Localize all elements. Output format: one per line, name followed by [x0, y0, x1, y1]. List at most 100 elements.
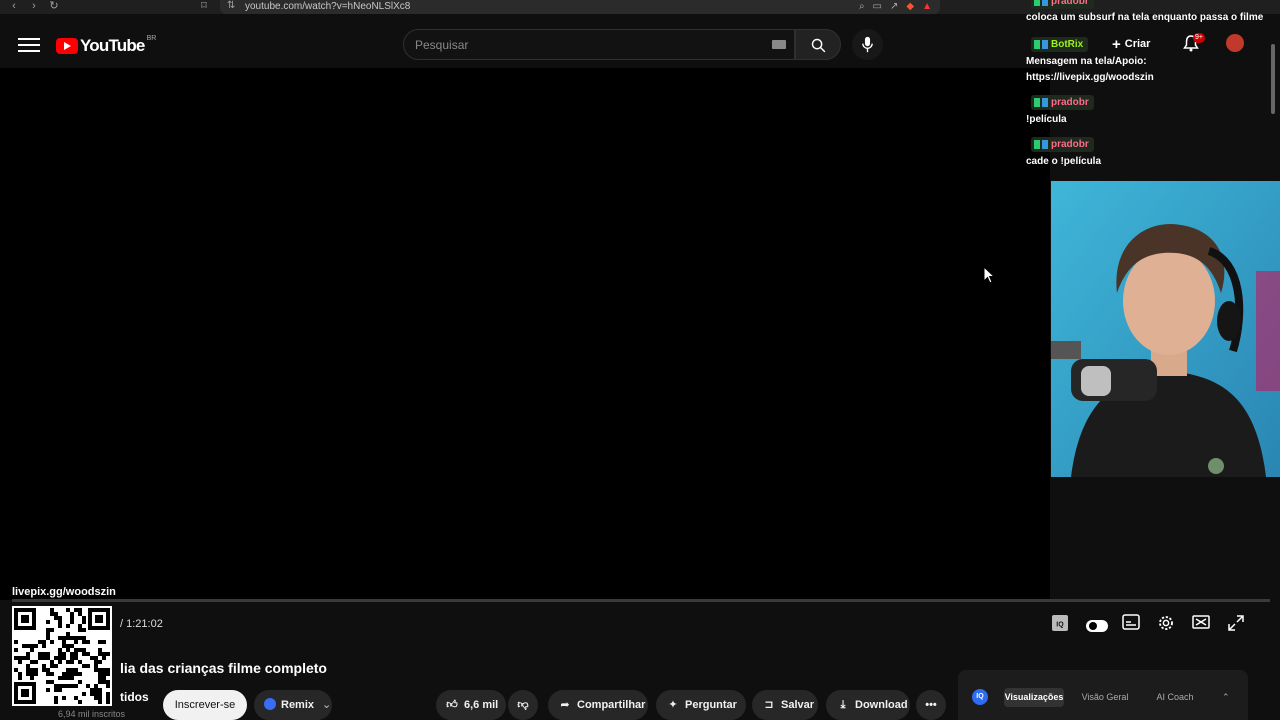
- player-controls: IQ: [1051, 614, 1248, 634]
- svg-text:IQ: IQ: [1056, 622, 1064, 629]
- like-button[interactable]: 👍︎ 6,6 mil: [436, 690, 506, 720]
- qr-module: [18, 676, 22, 680]
- download-button[interactable]: ⤓ Download: [826, 690, 910, 720]
- qr-module: [58, 624, 62, 628]
- rewards-icon[interactable]: ▲: [922, 0, 932, 13]
- tab-visualizacoes[interactable]: Visualizações: [1004, 688, 1064, 707]
- save-label: Salvar: [781, 699, 815, 711]
- qr-module: [62, 696, 66, 700]
- brave-shield-icon[interactable]: ◆: [906, 0, 914, 13]
- keyboard-icon[interactable]: [772, 40, 786, 49]
- chat-message: cade o !película: [1026, 156, 1102, 167]
- zoom-icon[interactable]: ⌕: [859, 0, 865, 13]
- qr-module: [58, 688, 62, 692]
- qr-module: [78, 672, 82, 676]
- share-button[interactable]: ➦ Compartilhar: [548, 690, 648, 720]
- qr-module: [106, 684, 110, 688]
- bookmark-icon[interactable]: ⌑: [196, 0, 212, 14]
- tab-ai-coach[interactable]: AI Coach: [1146, 688, 1204, 707]
- share-arrow-icon: ➦: [560, 699, 570, 711]
- thumbs-up-icon: 👍︎: [446, 699, 458, 711]
- cast-icon[interactable]: ▭: [873, 0, 882, 13]
- remix-button[interactable]: Remix ⌄: [254, 690, 332, 720]
- tubics-panel: IQ Visualizações Visão Geral AI Coach ⌃: [958, 670, 1248, 720]
- reload-icon[interactable]: ↻: [46, 0, 62, 14]
- time-display: / 1:21:02: [120, 618, 163, 630]
- create-label: Criar: [1124, 38, 1151, 50]
- chat-message: Mensagem na tela/Apoio:: [1026, 56, 1147, 67]
- page-scrollbar[interactable]: [1271, 44, 1275, 114]
- chat-badges-icon: [1034, 140, 1048, 149]
- search-placeholder: Pesquisar: [415, 38, 469, 52]
- search-button[interactable]: [795, 29, 841, 60]
- qr-module: [54, 700, 58, 704]
- qr-module: [82, 692, 86, 696]
- qr-finder-tr: [88, 608, 110, 630]
- webcam-feed: [1051, 181, 1280, 477]
- qr-finder-bl: [14, 682, 36, 704]
- qr-module: [58, 660, 62, 664]
- qr-module: [66, 624, 70, 628]
- dislike-button[interactable]: 👎︎: [508, 690, 538, 720]
- chat-username: pradobr: [1031, 137, 1094, 152]
- more-actions-button[interactable]: •••: [916, 690, 946, 720]
- subtitles-icon[interactable]: [1122, 614, 1143, 634]
- chat-badges-icon: [1034, 98, 1048, 107]
- youtube-logo[interactable]: YouTube BR: [56, 35, 156, 56]
- address-bar[interactable]: ⇅ youtube.com/watch?v=hNeoNLSlXc8 ⌕ ▭ ↗ …: [220, 0, 940, 14]
- qr-module: [14, 640, 18, 644]
- video-player[interactable]: [0, 68, 1050, 600]
- tab-visao-geral[interactable]: Visão Geral: [1076, 688, 1134, 707]
- search-input[interactable]: Pesquisar: [403, 29, 795, 60]
- qr-module: [34, 660, 38, 664]
- qr-module: [78, 680, 82, 684]
- qr-module: [70, 620, 74, 624]
- chat-username: BotRix: [1031, 37, 1089, 52]
- settings-gear-icon[interactable]: [1157, 614, 1178, 634]
- hamburger-menu-icon[interactable]: [18, 38, 40, 54]
- microphone-icon: [862, 36, 873, 53]
- subscriber-count: 6,94 mil inscritos: [58, 709, 126, 719]
- channel-name[interactable]: tidos: [120, 690, 149, 704]
- site-info-icon[interactable]: ⇅: [227, 0, 235, 11]
- sparkle-icon: ✦: [668, 699, 678, 711]
- iq-player-icon[interactable]: IQ: [1051, 614, 1072, 634]
- save-button[interactable]: ⊐ Salvar: [752, 690, 818, 720]
- chat-badges-icon: [1034, 40, 1048, 49]
- qr-finder-tl: [14, 608, 36, 630]
- like-count: 6,6 mil: [464, 699, 499, 711]
- chevron-down-icon[interactable]: ⌄: [322, 699, 331, 711]
- qr-module: [102, 656, 106, 660]
- iq-badge-icon: [264, 698, 276, 710]
- qr-module: [46, 688, 50, 692]
- qr-module: [34, 672, 38, 676]
- qr-module: [30, 676, 34, 680]
- ask-label: Perguntar: [685, 699, 737, 711]
- qr-module: [46, 620, 50, 624]
- qr-module: [18, 660, 22, 664]
- thumbs-down-icon: 👎︎: [517, 699, 529, 711]
- account-avatar[interactable]: [1226, 34, 1244, 52]
- qr-module: [82, 628, 86, 632]
- qr-module: [106, 652, 110, 656]
- collapse-chevron-icon[interactable]: ⌃: [1222, 692, 1230, 703]
- qr-module: [50, 672, 54, 676]
- progress-bar[interactable]: [12, 599, 1270, 602]
- qr-module: [98, 660, 102, 664]
- forward-icon[interactable]: ›: [26, 0, 42, 14]
- qr-module: [86, 664, 90, 668]
- download-label: Download: [855, 699, 908, 711]
- subscribe-button[interactable]: Inscrever-se: [163, 690, 247, 720]
- qr-module: [82, 620, 86, 624]
- autoplay-toggle[interactable]: [1086, 620, 1108, 632]
- create-button[interactable]: + Criar: [1112, 33, 1168, 55]
- more-horizontal-icon: •••: [925, 699, 937, 711]
- theater-mode-icon[interactable]: [1192, 614, 1213, 634]
- voice-search-button[interactable]: [852, 29, 883, 60]
- remix-label: Remix: [281, 699, 315, 711]
- qr-module: [50, 628, 54, 632]
- share-icon[interactable]: ↗: [890, 0, 898, 13]
- ask-button[interactable]: ✦ Perguntar: [656, 690, 746, 720]
- fullscreen-icon[interactable]: [1227, 614, 1248, 634]
- back-icon[interactable]: ‹: [6, 0, 22, 14]
